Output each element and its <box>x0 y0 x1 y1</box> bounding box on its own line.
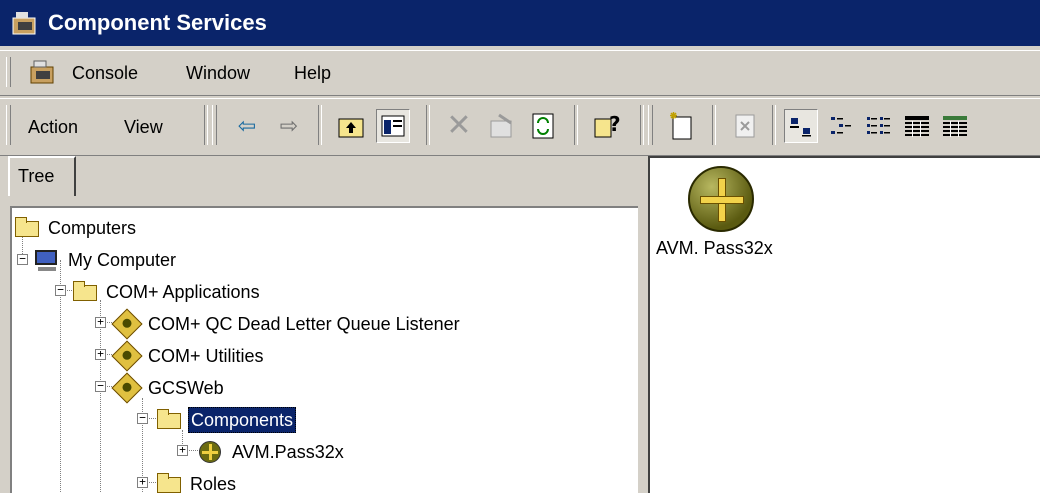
window-title: Component Services <box>48 10 267 35</box>
computer-icon <box>34 248 60 272</box>
small-icons-view-icon[interactable] <box>824 109 858 143</box>
component-icon <box>198 440 224 464</box>
tree-node-gcsweb[interactable]: GCSWeb <box>111 372 226 404</box>
component-large-icon[interactable] <box>688 166 754 232</box>
forward-icon[interactable]: ⇨ <box>272 109 306 143</box>
tree-line <box>100 300 101 493</box>
open-folder-icon <box>156 408 182 432</box>
help-icon[interactable]: ? <box>590 109 624 143</box>
toolbar-separator <box>426 105 430 145</box>
collapse-button[interactable]: − <box>95 380 106 392</box>
view-menu[interactable]: View <box>124 115 163 139</box>
details-item-label[interactable]: AVM. Pass32x <box>656 238 773 259</box>
menu-help[interactable]: Help <box>294 61 331 85</box>
toolbar-separator <box>712 105 716 145</box>
folder-icon <box>72 280 98 304</box>
expand-button[interactable]: + <box>177 444 188 456</box>
title-bar[interactable]: Component Services <box>0 0 1040 46</box>
toolbar-grip-3[interactable] <box>648 105 653 145</box>
collapse-button[interactable]: − <box>137 412 148 424</box>
toolbar-separator <box>640 105 644 145</box>
component-services-icon <box>12 12 36 35</box>
menu-console[interactable]: Console <box>72 61 138 85</box>
collapse-button[interactable]: − <box>55 284 66 296</box>
expand-button[interactable]: + <box>137 476 148 488</box>
tree-node-avm-pass32x[interactable]: AVM.Pass32x <box>198 438 346 466</box>
tab-tree[interactable]: Tree <box>8 156 76 196</box>
toolbar: Action View ⇦ ⇨ ✕ ? <box>0 98 1040 156</box>
expand-button[interactable]: + <box>95 316 106 328</box>
com-application-icon <box>111 340 143 372</box>
com-application-icon <box>111 308 143 340</box>
toolbar-separator <box>318 105 322 145</box>
properties-icon[interactable] <box>484 109 518 143</box>
detail-view-icon[interactable] <box>900 109 934 143</box>
tree-node-components[interactable]: Components <box>156 406 297 434</box>
action-menu[interactable]: Action <box>28 115 78 139</box>
menu-window[interactable]: Window <box>186 61 250 85</box>
folder-icon <box>14 216 40 240</box>
expand-button[interactable]: + <box>95 348 106 360</box>
collapse-button[interactable]: − <box>17 253 28 265</box>
com-application-icon <box>111 372 143 404</box>
toolbar-separator <box>574 105 578 145</box>
folder-icon <box>156 472 182 493</box>
list-view-icon[interactable] <box>862 109 896 143</box>
tree-node-my-computer[interactable]: My Computer <box>34 246 178 274</box>
toolbar-grip-2[interactable] <box>212 105 217 145</box>
toolbar-separator <box>204 105 208 145</box>
tab-tree-label: Tree <box>18 166 55 186</box>
tree-node-com-utilities[interactable]: COM+ Utilities <box>111 340 266 372</box>
back-icon[interactable]: ⇦ <box>230 109 264 143</box>
toolbar-separator <box>772 105 776 145</box>
tree-pane[interactable]: − − + + − − + + Computers My Computer CO… <box>10 206 638 493</box>
status-view-icon[interactable] <box>938 109 972 143</box>
refresh-icon[interactable] <box>526 109 560 143</box>
menu-bar: Console Window Help <box>0 50 1040 96</box>
menu-grip[interactable] <box>6 57 11 87</box>
tree-node-com-applications[interactable]: COM+ Applications <box>72 278 262 306</box>
svg-text:?: ? <box>609 113 621 136</box>
export-list-icon[interactable] <box>728 109 762 143</box>
tree-node-qc-listener[interactable]: COM+ QC Dead Letter Queue Listener <box>111 308 462 340</box>
new-icon[interactable] <box>664 109 698 143</box>
show-hide-tree-icon[interactable] <box>376 109 410 143</box>
toolbar-grip[interactable] <box>6 105 11 145</box>
console-icon[interactable] <box>28 57 58 87</box>
tree-node-roles[interactable]: Roles <box>156 470 238 493</box>
up-level-icon[interactable] <box>334 109 368 143</box>
large-icons-view-icon[interactable] <box>784 109 818 143</box>
tree-node-computers[interactable]: Computers <box>14 214 138 242</box>
delete-icon[interactable]: ✕ <box>442 109 476 143</box>
